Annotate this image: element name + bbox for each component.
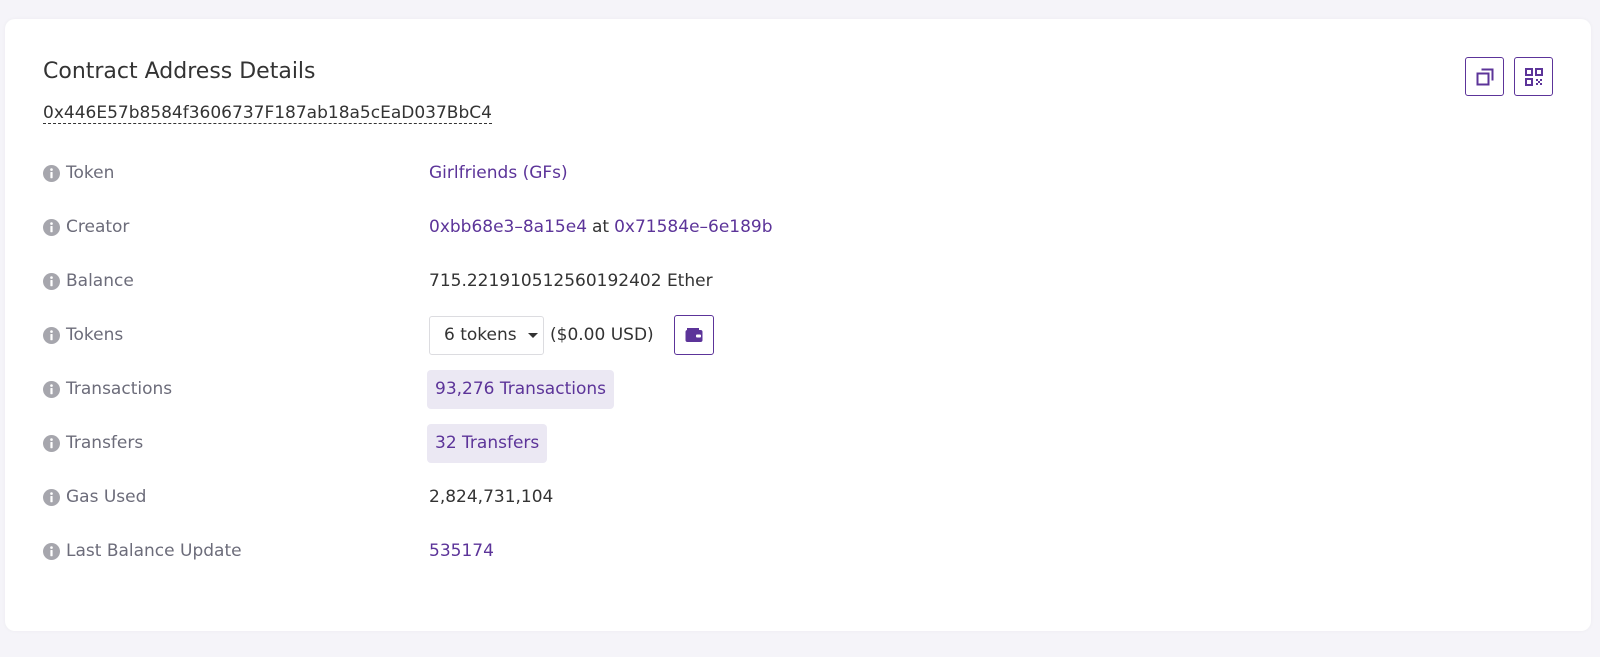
- chevron-down-icon: [527, 332, 538, 338]
- qr-code-button[interactable]: [1514, 57, 1553, 96]
- balance-value: 715.221910512560192402 Ether: [429, 271, 713, 291]
- qr-code-icon: [1524, 67, 1543, 86]
- gas-used-label: Gas Used: [66, 487, 147, 507]
- info-icon: [43, 326, 60, 344]
- address-details-card: Contract Address Details 0x446E57b8584f3…: [5, 19, 1591, 631]
- info-icon: [43, 164, 60, 182]
- tokens-label: Tokens: [66, 325, 124, 345]
- tokens-dropdown-value: 6 tokens: [444, 325, 517, 345]
- page-title: Contract Address Details: [43, 59, 316, 84]
- creator-row: Creator 0xbb68e3–8a15e4 at 0x71584e–6e18…: [43, 207, 773, 247]
- last-balance-update-label: Last Balance Update: [66, 541, 242, 561]
- info-icon: [43, 542, 60, 560]
- creator-at-text: at: [592, 217, 610, 237]
- tokens-dropdown[interactable]: 6 tokens: [429, 315, 544, 355]
- token-label: Token: [66, 163, 115, 183]
- transactions-count-link[interactable]: 93,276 Transactions: [427, 369, 614, 409]
- wallet-icon: [685, 328, 703, 342]
- wallet-button[interactable]: [673, 315, 714, 355]
- info-icon: [43, 218, 60, 236]
- last-balance-update-block-link[interactable]: 535174: [429, 541, 494, 561]
- creator-label: Creator: [66, 217, 130, 237]
- creator-address-link[interactable]: 0xbb68e3–8a15e4: [429, 217, 587, 237]
- transfers-label: Transfers: [66, 433, 144, 453]
- tokens-usd-value: ($0.00 USD): [550, 325, 654, 345]
- transactions-row: Transactions 93,276 Transactions: [43, 369, 614, 409]
- gas-used-row: Gas Used 2,824,731,104: [43, 477, 553, 517]
- token-row: Token Girlfriends (GFs): [43, 153, 568, 193]
- info-icon: [43, 380, 60, 398]
- info-icon: [43, 434, 60, 452]
- transactions-label: Transactions: [66, 379, 173, 399]
- transfers-count-link[interactable]: 32 Transfers: [427, 423, 548, 463]
- info-icon: [43, 488, 60, 506]
- token-link[interactable]: Girlfriends (GFs): [429, 163, 568, 183]
- creation-tx-link[interactable]: 0x71584e–6e189b: [614, 217, 772, 237]
- balance-row: Balance 715.221910512560192402 Ether: [43, 261, 713, 301]
- gas-used-value: 2,824,731,104: [429, 487, 554, 507]
- contract-address[interactable]: 0x446E57b8584f3606737F187ab18a5cEaD037Bb…: [43, 103, 492, 124]
- copy-icon: [1476, 68, 1493, 85]
- transfers-row: Transfers 32 Transfers: [43, 423, 548, 463]
- balance-label: Balance: [66, 271, 134, 291]
- copy-address-button[interactable]: [1465, 57, 1504, 96]
- tokens-row: Tokens 6 tokens ($0.00 USD): [43, 315, 714, 355]
- last-balance-update-row: Last Balance Update 535174: [43, 531, 494, 571]
- info-icon: [43, 272, 60, 290]
